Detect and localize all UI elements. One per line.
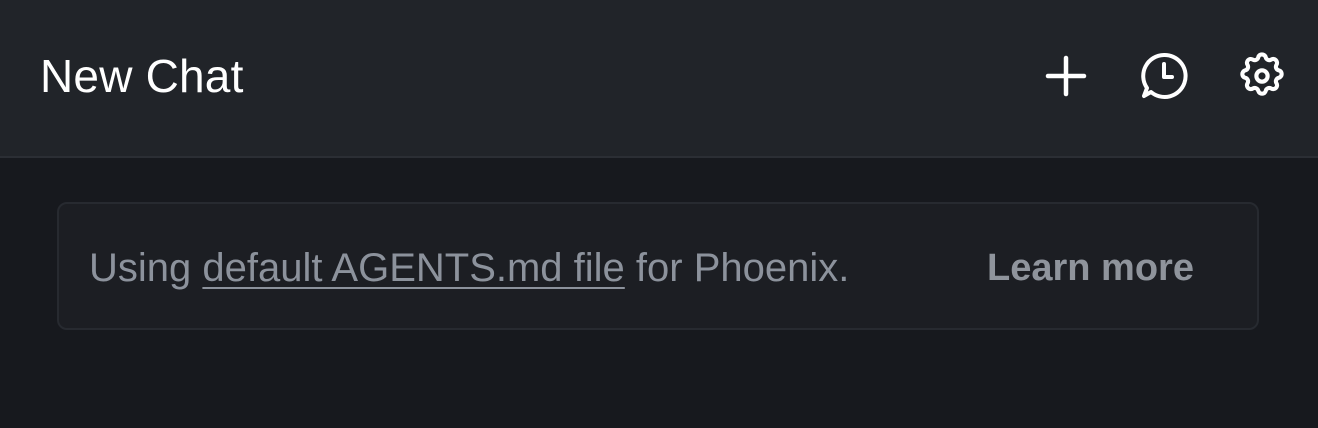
new-chat-button[interactable] xyxy=(1038,48,1094,104)
learn-more-link[interactable]: Learn more xyxy=(987,242,1194,294)
agents-file-notice: Using default AGENTS.md file for Phoenix… xyxy=(57,202,1259,330)
notice-prefix: Using xyxy=(89,246,203,290)
history-icon xyxy=(1141,52,1188,99)
history-button[interactable] xyxy=(1136,48,1192,104)
header-actions xyxy=(1038,48,1290,104)
settings-button[interactable] xyxy=(1234,48,1290,104)
page-title: New Chat xyxy=(40,50,244,102)
gear-icon xyxy=(1240,52,1284,96)
chat-header: New Chat xyxy=(0,0,1318,158)
notice-suffix: for Phoenix. xyxy=(624,246,850,290)
plus-icon xyxy=(1045,55,1087,97)
notice-text: Using default AGENTS.md file for Phoenix… xyxy=(89,242,849,294)
agents-file-link[interactable]: default AGENTS.md file xyxy=(202,246,624,290)
